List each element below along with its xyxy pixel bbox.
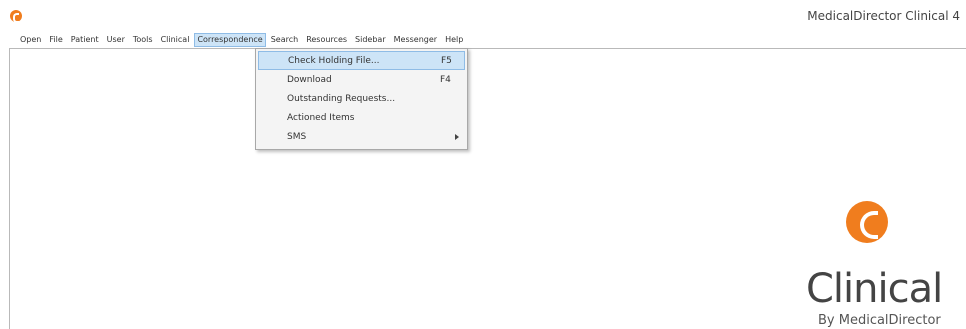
- window-title: MedicalDirector Clinical 4: [807, 9, 960, 23]
- clinical-brand-logo-icon: [846, 201, 888, 243]
- menu-item-label: Check Holding File...: [288, 55, 380, 66]
- menu-item-sms[interactable]: SMS: [258, 127, 465, 146]
- shortcut-label: F5: [441, 55, 452, 66]
- menu-item-label: SMS: [287, 131, 307, 142]
- menu-item-label: Download: [287, 74, 332, 85]
- shortcut-label: F4: [440, 74, 451, 85]
- menu-user[interactable]: User: [104, 33, 128, 47]
- menu-sidebar[interactable]: Sidebar: [352, 33, 389, 47]
- menu-open[interactable]: Open: [17, 33, 44, 47]
- menu-bar: Open File Patient User Tools Clinical Co…: [0, 32, 966, 48]
- menu-messenger[interactable]: Messenger: [391, 33, 440, 47]
- menu-correspondence[interactable]: Correspondence: [194, 33, 266, 47]
- menu-clinical[interactable]: Clinical: [158, 33, 193, 47]
- menu-help[interactable]: Help: [442, 33, 466, 47]
- brand-logo-text: Clinical: [806, 266, 943, 312]
- menu-patient[interactable]: Patient: [68, 33, 102, 47]
- menu-file[interactable]: File: [46, 33, 65, 47]
- menu-resources[interactable]: Resources: [303, 33, 350, 47]
- menu-item-check-holding-file[interactable]: Check Holding File... F5: [258, 51, 465, 70]
- menu-item-label: Actioned Items: [287, 112, 355, 123]
- menu-tools[interactable]: Tools: [130, 33, 156, 47]
- menu-item-label: Outstanding Requests...: [287, 93, 396, 104]
- correspondence-dropdown-menu: Check Holding File... F5 Download F4 Out…: [255, 48, 468, 150]
- clinical-logo-icon[interactable]: [10, 10, 22, 23]
- app-window: MedicalDirector Clinical 4 Open File Pat…: [0, 0, 966, 329]
- menu-search[interactable]: Search: [268, 33, 301, 47]
- title-bar: MedicalDirector Clinical 4: [0, 0, 966, 32]
- menu-item-actioned-items[interactable]: Actioned Items: [258, 108, 465, 127]
- submenu-arrow-icon: [455, 134, 459, 140]
- menu-item-download[interactable]: Download F4: [258, 70, 465, 89]
- brand-subtitle: By MedicalDirector: [818, 313, 941, 328]
- menu-item-outstanding-requests[interactable]: Outstanding Requests...: [258, 89, 465, 108]
